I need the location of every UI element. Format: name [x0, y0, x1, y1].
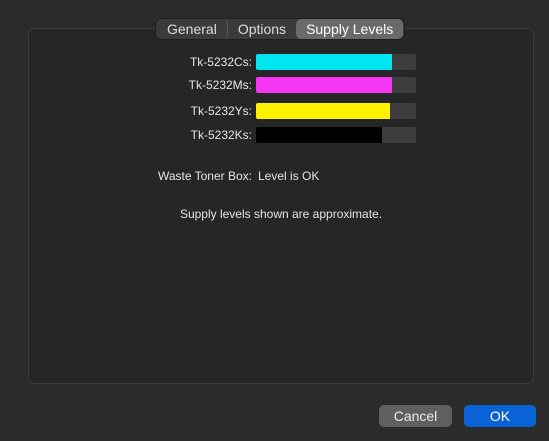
supply-level-fill [256, 127, 383, 143]
supply-level-fill [256, 77, 392, 93]
supply-level-bar [256, 103, 416, 119]
approximate-levels-note: Supply levels shown are approximate. [179, 207, 383, 221]
printer-supply-levels-window: General Options Supply Levels Tk-5232Cs:… [0, 0, 549, 441]
waste-toner-label: Waste Toner Box: [157, 169, 252, 183]
supply-level-bar [256, 54, 416, 70]
supply-label: Tk-5232Ys: [190, 104, 252, 118]
waste-toner-row: Waste Toner Box: Level is OK [0, 168, 549, 184]
waste-toner-status: Level is OK [258, 169, 320, 183]
supply-level-fill [256, 54, 392, 70]
supply-row-magenta: Tk-5232Ms: [0, 77, 549, 93]
supply-label: Tk-5232Cs: [189, 55, 252, 69]
supply-label: Tk-5232Ks: [190, 128, 252, 142]
tab-supply-levels[interactable]: Supply Levels [296, 19, 404, 39]
supply-level-bar [256, 77, 416, 93]
cancel-button[interactable]: Cancel [379, 405, 452, 427]
tab-options[interactable]: Options [228, 18, 296, 40]
tab-general[interactable]: General [157, 18, 228, 40]
supply-row-black: Tk-5232Ks: [0, 127, 549, 143]
supply-level-bar [256, 127, 416, 143]
supply-level-fill [256, 103, 391, 119]
supply-row-yellow: Tk-5232Ys: [0, 103, 549, 119]
ok-button[interactable]: OK [464, 405, 536, 427]
supply-label: Tk-5232Ms: [188, 78, 252, 92]
supply-row-cyan: Tk-5232Cs: [0, 54, 549, 70]
tab-bar: General Options Supply Levels [155, 18, 406, 40]
